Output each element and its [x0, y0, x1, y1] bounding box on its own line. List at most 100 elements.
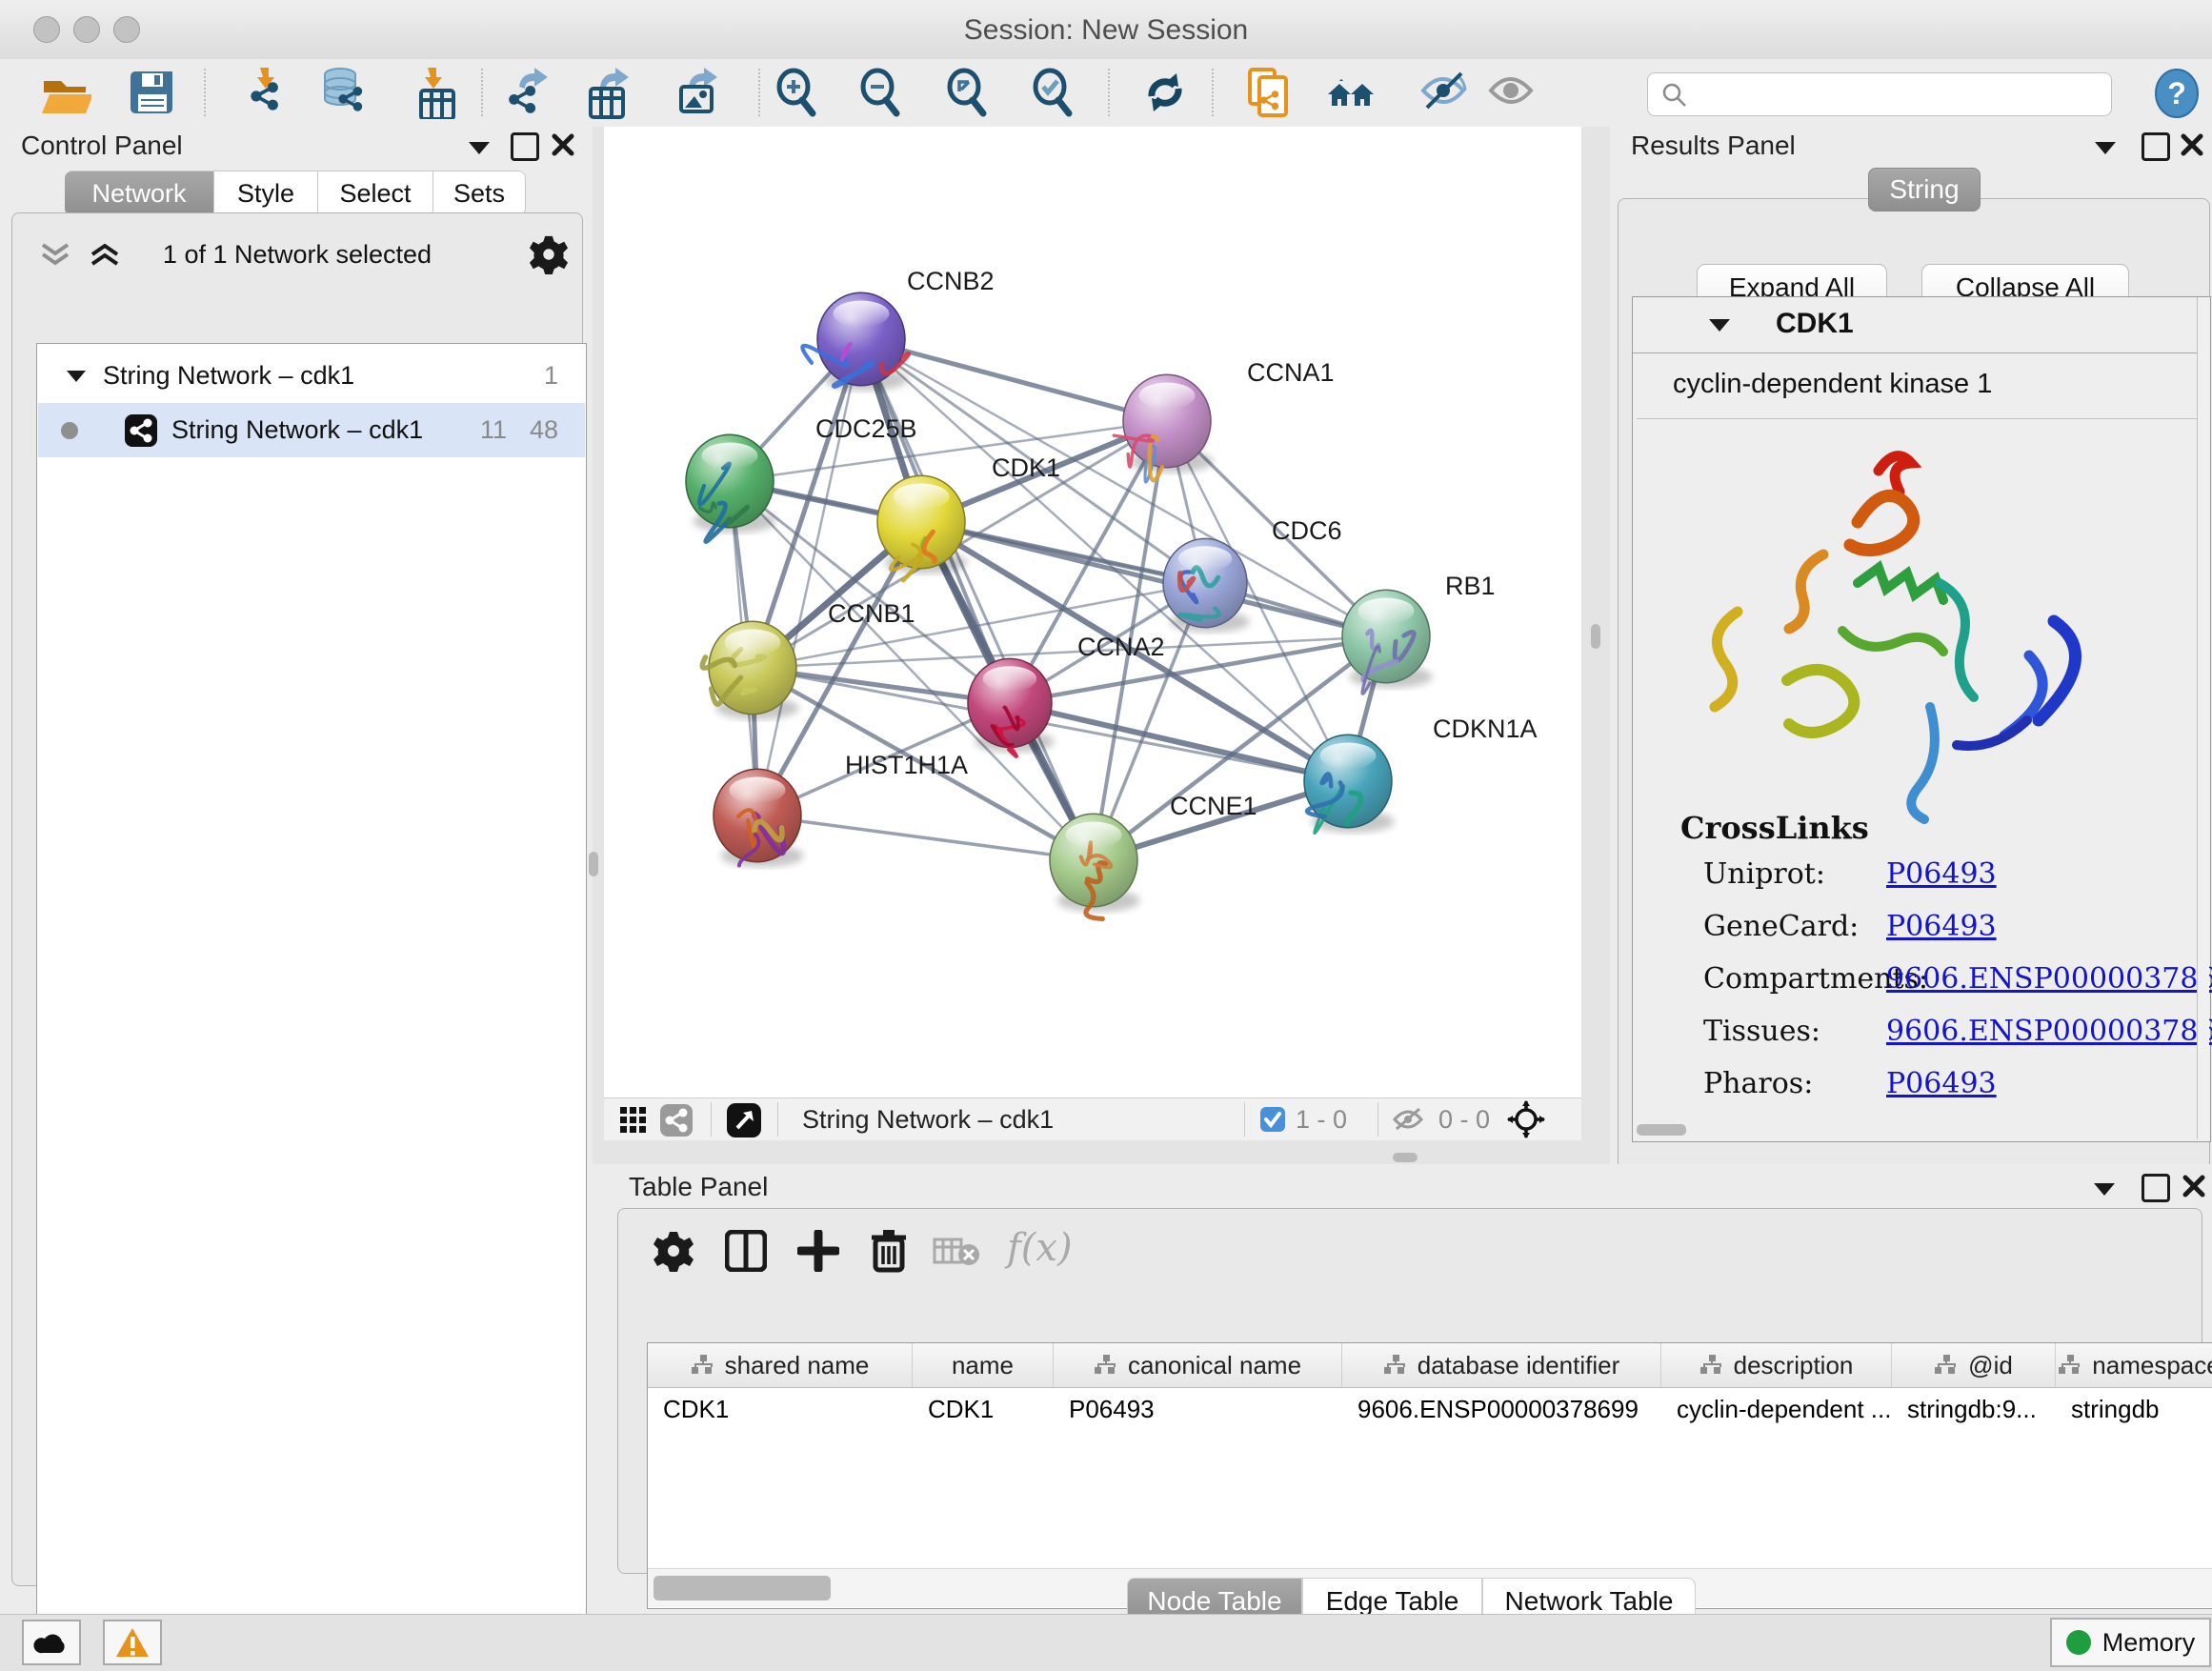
edge-CCNB2-HIST1H1A[interactable]	[757, 339, 861, 815]
table-cell[interactable]: cyclin-dependent ...	[1661, 1388, 1890, 1430]
refresh-layout-button[interactable]	[1138, 66, 1192, 119]
node-CCNB1[interactable]	[702, 621, 799, 719]
network-collection-row[interactable]: String Network – cdk1 1	[38, 349, 585, 403]
collection-count: 1	[544, 361, 558, 391]
edge-CCNA2-CDKN1A[interactable]	[1010, 703, 1348, 781]
zoom-fit-button[interactable]	[941, 66, 995, 119]
table-cell[interactable]: CDK1	[648, 1388, 911, 1430]
results-panel-title: Results Panel	[1631, 131, 1796, 161]
zoom-in-button[interactable]	[771, 66, 824, 119]
search-icon	[1661, 82, 1688, 109]
column-type-icon	[1699, 1354, 1724, 1377]
results-horizontal-scrollbar[interactable]	[1637, 1124, 1686, 1136]
results-panel-float-icon[interactable]	[2142, 132, 2170, 161]
table-panel-collapse-icon[interactable]	[2090, 1179, 2119, 1198]
show-all-button[interactable]	[1485, 66, 1538, 119]
node-RB1[interactable]	[1342, 590, 1433, 694]
tab-sets[interactable]: Sets	[433, 171, 526, 216]
divider-handle[interactable]	[1591, 624, 1600, 649]
table-panel-float-icon[interactable]	[2142, 1174, 2170, 1202]
node-CCNE1[interactable]	[1050, 814, 1140, 918]
help-button[interactable]: ?	[2152, 69, 2202, 118]
crosslink-uniprot-link[interactable]: P06493	[1886, 857, 1997, 891]
column-header-namespace[interactable]: namespace	[2056, 1343, 2212, 1388]
node-CCNA1[interactable]	[1114, 374, 1214, 482]
crosslink-compartments-link[interactable]: 9606.ENSP00000378699	[1886, 962, 2212, 996]
node-CDKN1A[interactable]	[1304, 735, 1395, 833]
open-session-button[interactable]	[38, 66, 91, 119]
fit-content-crosshair-icon[interactable]	[1507, 1100, 1545, 1138]
network-view-icon[interactable]	[659, 1103, 694, 1137]
control-panel-float-icon[interactable]	[511, 132, 539, 161]
crosslink-tissues-link[interactable]: 9606.ENSP00000378699	[1886, 1015, 2212, 1048]
divider-handle[interactable]	[1393, 1153, 1418, 1162]
control-panel: Control Panel NetworkStyleSelectSets 1 o…	[0, 127, 593, 1614]
hidden-eye-icon[interactable]	[1391, 1106, 1427, 1133]
network-canvas[interactable]: CCNB2CCNA1CDC25BCDK1CDC6RB1CCNB1CCNA2CDK…	[604, 127, 1581, 1097]
grid-view-icon[interactable]	[619, 1106, 648, 1135]
gene-expander-icon[interactable]	[1707, 316, 1732, 334]
crosslink-pharos-link[interactable]: P06493	[1886, 1067, 1997, 1100]
zoom-out-button[interactable]	[855, 66, 908, 119]
zoom-selected-button[interactable]	[1027, 66, 1080, 119]
export-network-button[interactable]	[502, 66, 555, 119]
network-options-gear-icon[interactable]	[529, 234, 569, 274]
edge-CCNE1-HIST1H1A[interactable]	[757, 815, 1094, 860]
show-columns-icon[interactable]	[725, 1230, 767, 1272]
table-panel-close-icon[interactable]	[2182, 1174, 2206, 1198]
tab-select[interactable]: Select	[318, 171, 433, 216]
node-CDK1[interactable]	[877, 475, 968, 580]
import-network-button[interactable]	[236, 66, 290, 119]
delete-table-icon[interactable]	[933, 1236, 980, 1268]
results-panel-close-icon[interactable]	[2180, 132, 2204, 157]
table-hscroll-thumb[interactable]	[654, 1576, 831, 1601]
node-CCNB2[interactable]	[802, 292, 908, 391]
create-column-plus-icon[interactable]	[797, 1230, 839, 1272]
cloud-button[interactable]	[22, 1620, 81, 1665]
table-cell[interactable]: P06493	[1054, 1388, 1340, 1430]
tree-expander-icon[interactable]	[65, 368, 88, 385]
node-CDC25B[interactable]	[686, 434, 776, 541]
hide-selected-button[interactable]	[1418, 66, 1471, 119]
warning-button[interactable]	[103, 1620, 162, 1665]
export-image-button[interactable]	[672, 66, 725, 119]
crosslink-genecard-link[interactable]: P06493	[1886, 910, 1997, 943]
network-row-selected[interactable]: String Network – cdk1 11 48	[38, 403, 585, 457]
results-vertical-scrollbar[interactable]	[2197, 297, 2209, 1139]
birds-eye-view-icon[interactable]	[726, 1102, 762, 1138]
column-header-sharedname[interactable]: shared name	[648, 1343, 913, 1388]
crosslink-label: GeneCard:	[1703, 910, 1859, 943]
control-panel-collapse-icon[interactable]	[465, 138, 493, 157]
import-table-button[interactable]	[404, 66, 457, 119]
column-header-canonicalname[interactable]: canonical name	[1054, 1343, 1342, 1388]
column-header-databaseidentifier[interactable]: database identifier	[1342, 1343, 1661, 1388]
gene-header[interactable]: CDK1	[1633, 297, 2208, 353]
tab-network[interactable]: Network	[65, 171, 214, 216]
export-table-button[interactable]	[583, 66, 636, 119]
divider-bottom[interactable]	[604, 1139, 1581, 1164]
delete-column-trash-icon[interactable]	[868, 1228, 910, 1274]
control-panel-close-icon[interactable]	[551, 132, 575, 157]
gene-description-row: cyclin-dependent kinase 1	[1637, 353, 2204, 419]
first-neighbors-button[interactable]	[1326, 66, 1379, 119]
column-header-id[interactable]: @id	[1892, 1343, 2056, 1388]
save-session-button[interactable]	[123, 66, 176, 119]
divider-handle[interactable]	[589, 852, 598, 876]
table-cell[interactable]: stringdb:9...	[1892, 1388, 2054, 1430]
tab-style[interactable]: Style	[214, 171, 318, 216]
memory-button[interactable]: Memory	[2050, 1618, 2211, 1667]
import-database-button[interactable]	[315, 66, 369, 119]
table-options-gear-icon[interactable]	[653, 1230, 694, 1272]
tab-string[interactable]: String	[1868, 168, 1981, 211]
selected-checkbox-icon[interactable]	[1259, 1106, 1286, 1133]
node-CCNA2[interactable]	[968, 658, 1055, 756]
results-panel-collapse-icon[interactable]	[2091, 138, 2120, 157]
table-cell[interactable]: stringdb	[2056, 1388, 2212, 1430]
column-header-name[interactable]: name	[913, 1343, 1054, 1388]
node-HIST1H1A[interactable]	[714, 769, 804, 867]
search-input[interactable]	[1647, 72, 2112, 116]
table-cell[interactable]: CDK1	[913, 1388, 1052, 1430]
column-header-description[interactable]: description	[1661, 1343, 1892, 1388]
clone-network-button[interactable]	[1242, 66, 1296, 119]
table-cell[interactable]: 9606.ENSP00000378699	[1342, 1388, 1659, 1430]
